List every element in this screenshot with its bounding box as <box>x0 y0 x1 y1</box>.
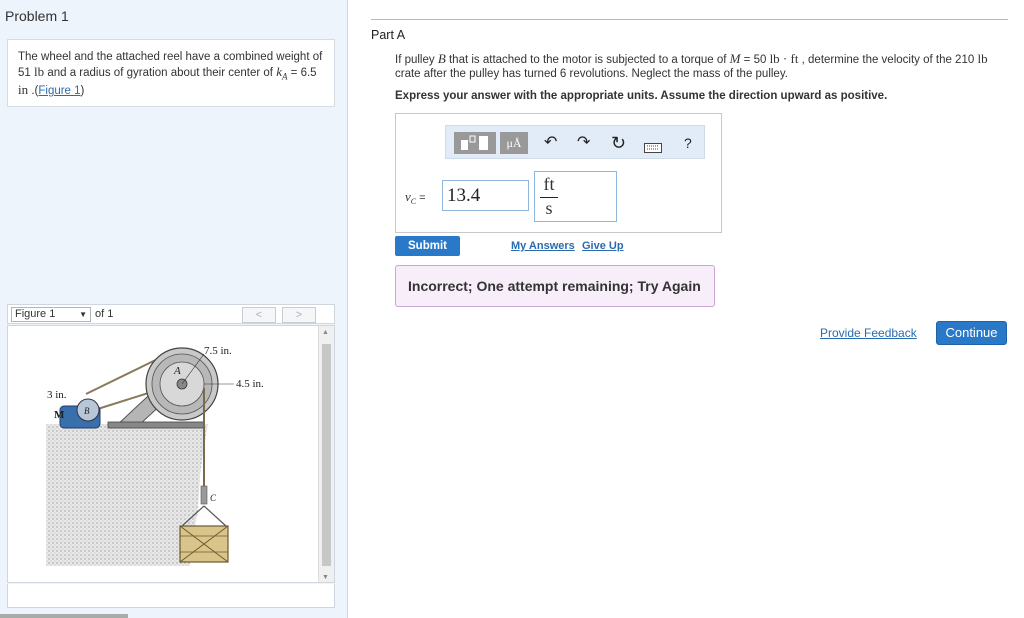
templates-icon <box>461 135 488 150</box>
problem-weight-unit: lb <box>34 63 45 79</box>
bottom-scrollbar[interactable] <box>0 614 128 618</box>
figure-select-value: Figure 1 <box>15 308 56 320</box>
dimension-label: 4.5 in. <box>236 378 264 390</box>
math-toolbar: μÅ ↶ ↷ ↻ ? <box>445 125 705 159</box>
torque-unit: lb · ft <box>769 51 799 66</box>
torque-value: = 50 <box>740 54 770 66</box>
instruction-text: Express your answer with the appropriate… <box>395 90 888 102</box>
dropdown-arrow-icon: ▼ <box>79 310 87 319</box>
problem-statement: The wheel and the attached reel have a c… <box>7 39 335 107</box>
problem-text: ) <box>80 85 85 98</box>
keyboard-icon-svg <box>644 143 662 153</box>
problem-text: and a radius of gyration about their cen… <box>44 66 277 79</box>
give-up-link[interactable]: Give Up <box>582 240 624 252</box>
figure-toolbar: Figure 1 ▼ of 1 < > <box>7 304 335 324</box>
answer-label: vC = <box>405 189 426 206</box>
problem-radius-unit: in <box>18 82 29 98</box>
sling <box>203 505 227 527</box>
point-c-label: C <box>210 493 217 503</box>
question-text-part: , determine the velocity of the 210 <box>798 54 978 66</box>
problem-text: .( <box>28 85 39 98</box>
rope-connector <box>200 485 208 505</box>
wheel-reel-diagram: A 7.5 in. 4.5 in. B M 3 in. C <box>46 345 264 566</box>
dimension-label: 3 in. <box>47 389 67 401</box>
point-b-label: B <box>84 406 90 416</box>
answer-units-input[interactable]: ft s <box>534 171 617 222</box>
unit-numerator: ft <box>543 174 555 194</box>
figure-scrollbar[interactable]: ▲ ▼ <box>318 326 334 582</box>
base-plate <box>107 421 205 429</box>
answer-value-input[interactable]: 13.4 <box>442 180 529 211</box>
next-figure-button[interactable]: > <box>282 307 316 323</box>
problem-title: Problem 1 <box>5 8 69 24</box>
pulley-symbol: B <box>437 51 446 66</box>
reset-icon[interactable]: ↻ <box>611 132 626 154</box>
figure-footer <box>7 584 335 608</box>
question-text: If pulley B that is attached to the moto… <box>395 52 1015 81</box>
part-title: Part A <box>371 28 406 42</box>
prev-figure-button[interactable]: < <box>242 307 276 323</box>
weight-unit: lb <box>977 51 988 66</box>
figure-select[interactable]: Figure 1 ▼ <box>11 307 91 322</box>
submit-button[interactable]: Submit <box>395 236 460 256</box>
my-answers-link[interactable]: My Answers <box>511 240 575 252</box>
units-button[interactable]: μÅ <box>500 132 528 154</box>
figure-link[interactable]: Figure 1 <box>38 85 80 97</box>
redo-icon[interactable]: ↷ <box>577 132 590 154</box>
question-text-part: crate after the pulley has turned 6 revo… <box>395 68 788 80</box>
torque-symbol: M <box>729 51 741 66</box>
divider <box>371 19 1008 20</box>
answer-pane: Part A If pulley B that is attached to t… <box>349 0 1024 618</box>
scroll-down-icon[interactable]: ▼ <box>322 574 329 581</box>
scroll-thumb[interactable] <box>322 344 331 566</box>
problem-radius: = 6.5 <box>287 66 317 79</box>
answer-box: μÅ ↶ ↷ ↻ ? vC = 13.4 ft s <box>395 113 722 233</box>
templates-button[interactable] <box>454 132 496 154</box>
feedback-message: Incorrect; One attempt remaining; Try Ag… <box>395 265 715 307</box>
problem-weight: 51 <box>18 66 31 79</box>
problem-pane: Problem 1 The wheel and the attached ree… <box>0 0 348 618</box>
figure-count: of 1 <box>95 308 114 320</box>
keyboard-icon[interactable] <box>644 138 662 160</box>
unit-denominator: s <box>545 198 553 218</box>
help-icon[interactable]: ? <box>684 132 692 154</box>
figure-area: A 7.5 in. 4.5 in. B M 3 in. C ▲ ▼ <box>7 325 335 583</box>
undo-icon[interactable]: ↶ <box>544 132 557 154</box>
continue-button[interactable]: Continue <box>936 321 1007 345</box>
dimension-label: 7.5 in. <box>204 345 232 357</box>
problem-text: The wheel and the attached reel have a c… <box>18 51 323 63</box>
equals-sign: = <box>416 192 426 204</box>
scroll-up-icon[interactable]: ▲ <box>322 329 329 336</box>
question-text-part: If pulley <box>395 54 438 66</box>
provide-feedback-link[interactable]: Provide Feedback <box>820 326 917 340</box>
question-text-part: that is attached to the motor is subject… <box>445 54 730 66</box>
point-a-label: A <box>173 365 181 377</box>
motor-label: M <box>54 409 65 421</box>
